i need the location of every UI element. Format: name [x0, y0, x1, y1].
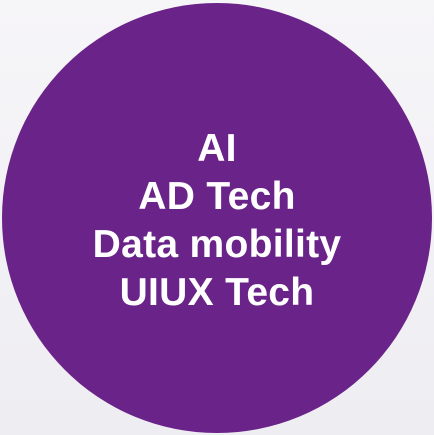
label-ai: AI	[197, 127, 237, 170]
label-ad-tech: AD Tech	[138, 175, 296, 218]
canvas: AI AD Tech Data mobility UIUX Tech	[0, 0, 434, 435]
purple-circle-badge: AI AD Tech Data mobility UIUX Tech	[2, 3, 432, 433]
label-data-mobility: Data mobility	[92, 223, 342, 266]
label-uiux-tech: UIUX Tech	[119, 271, 315, 314]
